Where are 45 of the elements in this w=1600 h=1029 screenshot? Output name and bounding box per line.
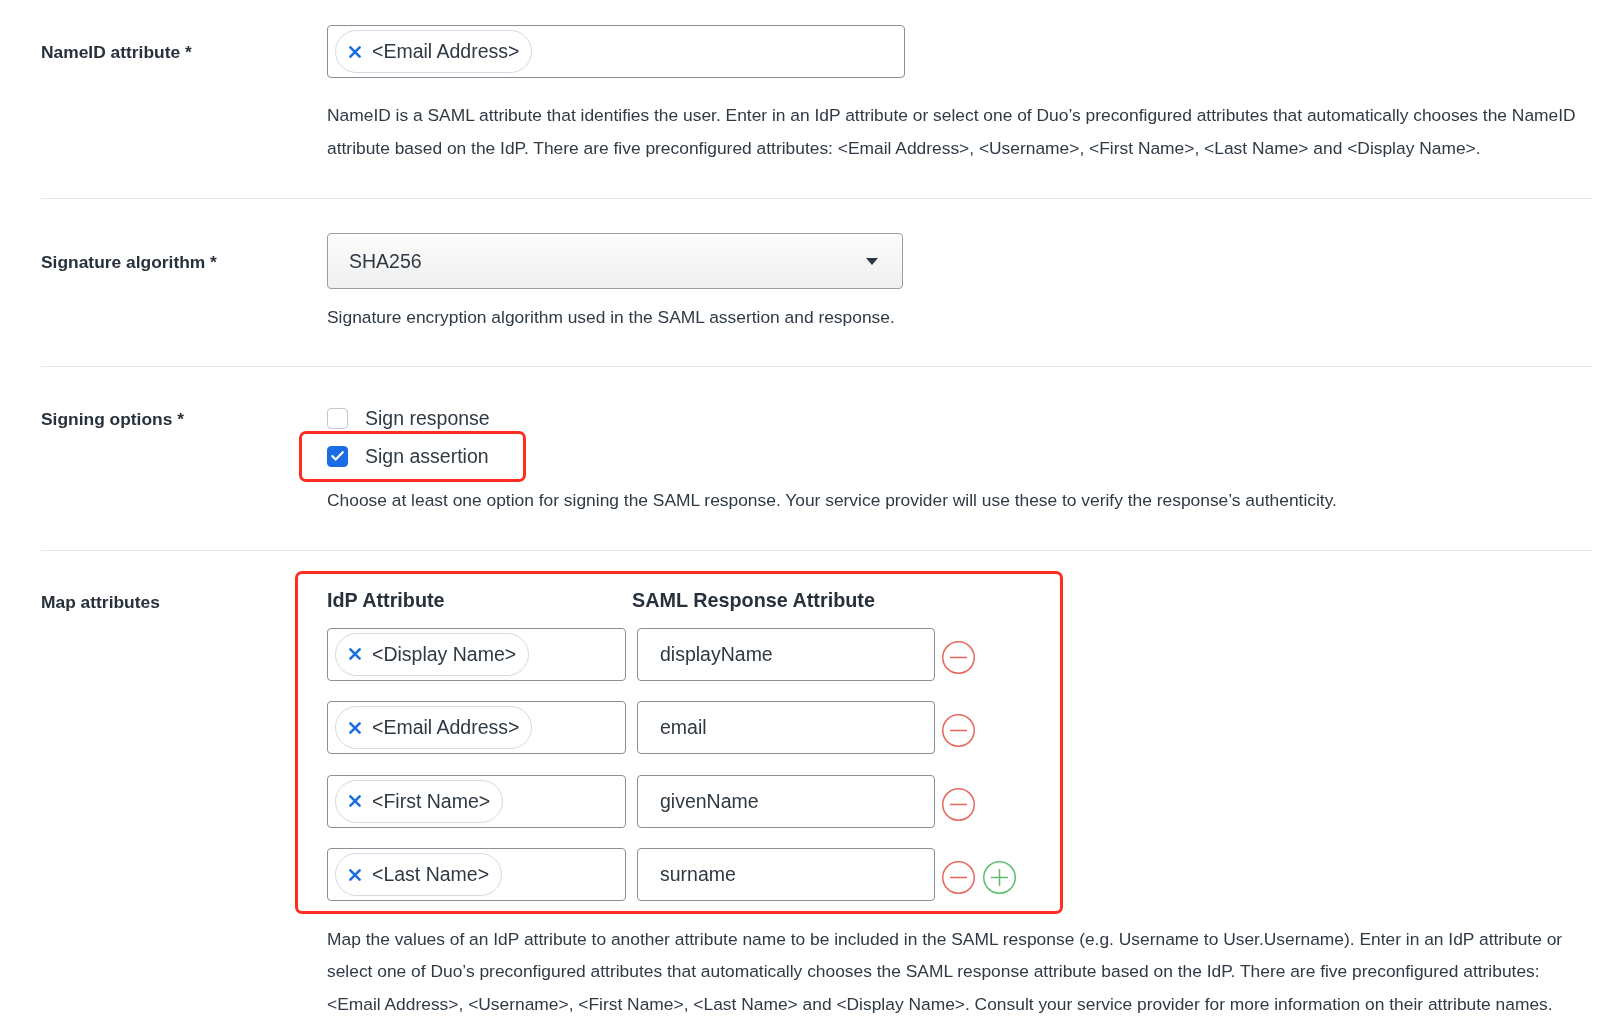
column-header: SAML Response Attribute [632,588,875,611]
close-icon[interactable] [349,795,361,808]
attribute-token[interactable]: <Display Name> [335,632,530,676]
checkbox-label: Sign assertion [365,444,489,469]
remove-button[interactable] [942,861,975,895]
text-field[interactable]: email [637,701,935,755]
help-text: Signature encryption algorithm used in the SAML assertion and response. [327,306,895,330]
plus-circle-icon [983,861,1016,895]
close-icon[interactable] [349,868,361,881]
field-label: NameID attribute * [41,42,192,62]
text-field[interactable]: displayName [637,627,935,681]
close-icon[interactable] [349,721,361,734]
checkbox-label: Sign response [365,406,490,431]
minus-circle-icon [942,640,975,674]
checkbox[interactable] [327,445,348,467]
minus-circle-icon [942,861,975,895]
attribute-token[interactable]: <First Name> [335,779,504,823]
token-input-field[interactable]: <Email Address> [327,25,905,78]
minus-circle-icon [942,714,975,748]
help-text: Choose at least one option for signing the SAML response. Your service provider will use these to verify the response’s authenticity. [327,488,1337,512]
help-text: NameID is a SAML attribute that identifies the user. Enter in an IdP attribute or select one of Duo’s preconfigured attributes that automatically chooses the NameID attribute based on the IdP. There are five preconfigured attributes: <Email Address>, <Username>, <First Name>, <Last Name> and <Display Name>. [327,104,1577,160]
token-input-field[interactable]: <Display Name> [327,627,626,681]
attribute-token[interactable]: <Email Address> [335,706,533,750]
column-header: IdP Attribute [327,588,445,611]
checkbox[interactable] [327,407,348,429]
token-input-field[interactable]: <Email Address> [327,701,626,755]
text-field[interactable]: givenName [637,774,935,828]
remove-button[interactable] [942,714,975,748]
caret-icon [866,257,878,265]
help-text: Map the values of an IdP attribute to another attribute name to be included in the SAML response (e.g. Username to User.Username). Enter in an IdP attribute or select one of Duo’s preconfigured attributes that automatically chooses the SAML response attribute based on the IdP. There are five preconfigured attributes: <Email Address>, <Username>, <First Name>, <Last Name> and <Display Name>. Consult your service provider for more information on their attribute names. [327,927,1564,1016]
check-icon [331,451,344,462]
close-icon[interactable] [349,648,361,661]
token-input-field[interactable]: <First Name> [327,774,626,828]
field-label: Signing options * [41,409,184,430]
algorithm-select[interactable]: SHA256 [327,233,903,290]
token-input-field[interactable]: <Last Name> [327,848,626,902]
text-field[interactable]: surname [637,848,935,902]
field-label: Map attributes [41,591,160,612]
remove-button[interactable] [942,640,975,674]
field-label: Signature algorithm * [41,252,217,273]
minus-circle-icon [942,787,975,821]
attribute-token[interactable]: <Email Address> [335,30,533,73]
close-icon[interactable] [349,45,361,58]
remove-button[interactable] [942,787,975,821]
attribute-token[interactable]: <Last Name> [335,853,503,897]
